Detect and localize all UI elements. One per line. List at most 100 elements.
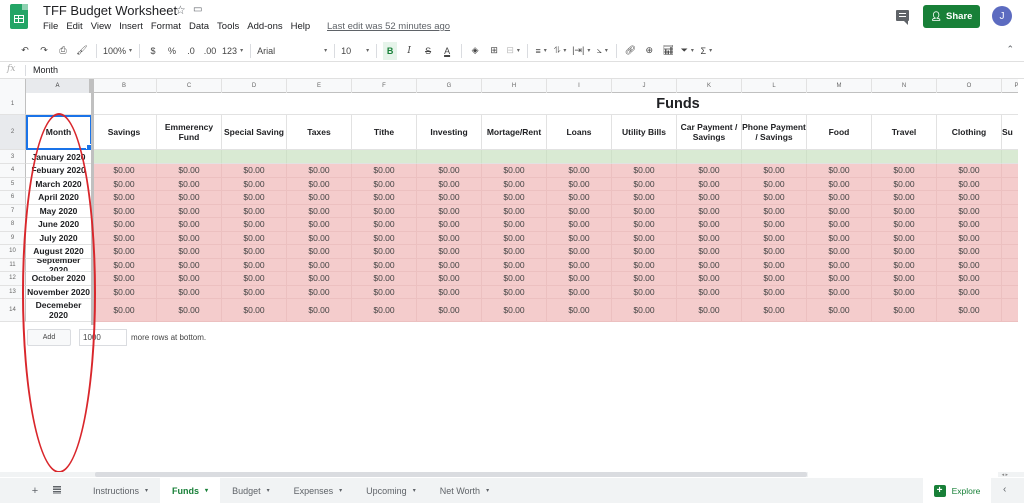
- amount-cell[interactable]: $0.00: [352, 245, 417, 259]
- amount-cell[interactable]: $0.00: [742, 191, 807, 205]
- row-header[interactable]: 10: [0, 245, 26, 259]
- amount-cell[interactable]: $0.00: [287, 272, 352, 286]
- borders-icon[interactable]: ⊞: [487, 42, 501, 60]
- amount-cell[interactable]: [92, 150, 157, 164]
- amount-cell[interactable]: $0.00: [807, 231, 872, 245]
- amount-cell[interactable]: $0.00: [807, 285, 872, 299]
- amount-cell[interactable]: $0.00: [287, 299, 352, 322]
- row-header[interactable]: 12: [0, 272, 26, 286]
- amount-cell[interactable]: $0.00: [287, 204, 352, 218]
- amount-cell[interactable]: $0.00: [677, 231, 742, 245]
- fill-color-icon[interactable]: ◈: [468, 42, 482, 60]
- amount-cell[interactable]: $0.00: [417, 272, 482, 286]
- amount-cell[interactable]: [547, 150, 612, 164]
- amount-cell[interactable]: $0.00: [807, 245, 872, 259]
- sheets-logo-icon[interactable]: [10, 4, 28, 29]
- column-header-f[interactable]: F: [352, 79, 417, 93]
- amount-cell[interactable]: $0.00: [677, 164, 742, 178]
- text-rotation-icon[interactable]: ⦣: [595, 42, 609, 60]
- amount-cell[interactable]: $0.00: [937, 231, 1002, 245]
- amount-cell[interactable]: $0.00: [482, 299, 547, 322]
- row-header[interactable]: 4: [0, 164, 26, 178]
- avatar[interactable]: J: [992, 6, 1012, 26]
- amount-cell[interactable]: $0.00: [937, 272, 1002, 286]
- amount-cell[interactable]: $0.00: [677, 245, 742, 259]
- amount-cell[interactable]: $0.00: [157, 245, 222, 259]
- amount-cell[interactable]: $0.00: [157, 164, 222, 178]
- row-header[interactable]: 13: [0, 285, 26, 299]
- menu-addons[interactable]: Add-ons: [247, 21, 282, 32]
- redo-icon[interactable]: ↷: [37, 42, 51, 60]
- add-rows-count-input[interactable]: 1000: [79, 329, 127, 346]
- column-header-h[interactable]: H: [482, 79, 547, 93]
- amount-cell[interactable]: $0.00: [417, 285, 482, 299]
- amount-cell[interactable]: $0.00: [157, 191, 222, 205]
- column-title-cell[interactable]: Investing: [417, 115, 482, 150]
- amount-cell[interactable]: $0.00: [937, 218, 1002, 232]
- amount-cell[interactable]: [1002, 272, 1018, 286]
- month-cell[interactable]: May 2020: [26, 204, 92, 218]
- increase-decimal-button[interactable]: .00: [203, 42, 217, 60]
- amount-cell[interactable]: $0.00: [157, 204, 222, 218]
- strikethrough-button[interactable]: S: [421, 42, 435, 60]
- amount-cell[interactable]: $0.00: [352, 299, 417, 322]
- amount-cell[interactable]: $0.00: [807, 258, 872, 272]
- amount-cell[interactable]: $0.00: [937, 204, 1002, 218]
- amount-cell[interactable]: [872, 150, 937, 164]
- amount-cell[interactable]: $0.00: [937, 164, 1002, 178]
- column-header-j[interactable]: J: [612, 79, 677, 93]
- amount-cell[interactable]: $0.00: [157, 299, 222, 322]
- month-cell[interactable]: January 2020: [26, 150, 92, 164]
- amount-cell[interactable]: $0.00: [482, 204, 547, 218]
- month-cell[interactable]: Febuary 2020: [26, 164, 92, 178]
- amount-cell[interactable]: [1002, 231, 1018, 245]
- amount-cell[interactable]: [1002, 258, 1018, 272]
- row-header[interactable]: 8: [0, 218, 26, 232]
- menu-format[interactable]: Format: [151, 21, 181, 32]
- frozen-column-divider[interactable]: [91, 79, 94, 325]
- amount-cell[interactable]: $0.00: [742, 285, 807, 299]
- amount-cell[interactable]: [807, 150, 872, 164]
- explore-button[interactable]: + Explore: [923, 478, 991, 503]
- amount-cell[interactable]: $0.00: [547, 218, 612, 232]
- month-cell[interactable]: April 2020: [26, 191, 92, 205]
- month-cell[interactable]: November 2020: [26, 285, 92, 299]
- month-header-cell[interactable]: Month: [26, 115, 92, 150]
- amount-cell[interactable]: $0.00: [677, 299, 742, 322]
- menu-insert[interactable]: Insert: [119, 21, 143, 32]
- amount-cell[interactable]: $0.00: [547, 177, 612, 191]
- amount-cell[interactable]: $0.00: [287, 285, 352, 299]
- amount-cell[interactable]: $0.00: [222, 191, 287, 205]
- amount-cell[interactable]: $0.00: [287, 191, 352, 205]
- cell[interactable]: [26, 93, 92, 115]
- column-header-m[interactable]: M: [807, 79, 872, 93]
- vertical-align-icon[interactable]: ⥮: [553, 42, 567, 60]
- amount-cell[interactable]: $0.00: [417, 231, 482, 245]
- amount-cell[interactable]: $0.00: [612, 231, 677, 245]
- amount-cell[interactable]: $0.00: [157, 218, 222, 232]
- amount-cell[interactable]: $0.00: [872, 191, 937, 205]
- amount-cell[interactable]: $0.00: [352, 204, 417, 218]
- amount-cell[interactable]: $0.00: [287, 218, 352, 232]
- column-header-a[interactable]: A: [26, 79, 92, 93]
- amount-cell[interactable]: $0.00: [92, 204, 157, 218]
- amount-cell[interactable]: $0.00: [92, 299, 157, 322]
- menu-tools[interactable]: Tools: [217, 21, 239, 32]
- amount-cell[interactable]: $0.00: [417, 245, 482, 259]
- menu-file[interactable]: File: [43, 21, 58, 32]
- font-size-select[interactable]: 10: [341, 42, 369, 60]
- amount-cell[interactable]: $0.00: [157, 258, 222, 272]
- amount-cell[interactable]: $0.00: [677, 272, 742, 286]
- amount-cell[interactable]: $0.00: [742, 177, 807, 191]
- tab-funds[interactable]: Funds: [160, 478, 221, 503]
- all-sheets-icon[interactable]: [50, 485, 64, 496]
- amount-cell[interactable]: $0.00: [92, 231, 157, 245]
- amount-cell[interactable]: $0.00: [547, 245, 612, 259]
- amount-cell[interactable]: $0.00: [612, 245, 677, 259]
- select-all-corner[interactable]: [0, 79, 26, 93]
- amount-cell[interactable]: $0.00: [807, 218, 872, 232]
- amount-cell[interactable]: $0.00: [547, 164, 612, 178]
- amount-cell[interactable]: $0.00: [287, 164, 352, 178]
- amount-cell[interactable]: $0.00: [482, 231, 547, 245]
- column-header-p[interactable]: P: [1002, 79, 1018, 93]
